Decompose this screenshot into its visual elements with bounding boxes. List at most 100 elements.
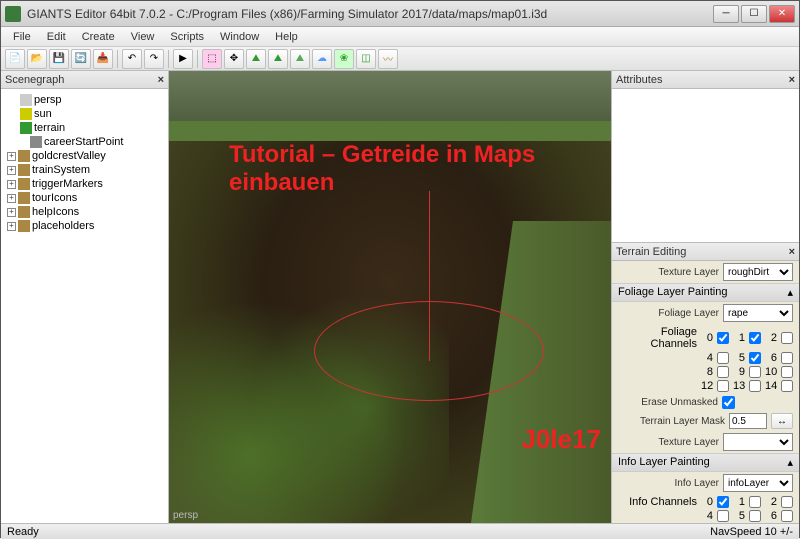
tool-reload-icon[interactable]: 🔄 [71, 49, 91, 69]
tool-save-icon[interactable]: 💾 [49, 49, 69, 69]
tree-item[interactable]: persp [5, 93, 164, 107]
tree-item[interactable]: terrain [5, 121, 164, 135]
info-layer-label: Info Layer [618, 478, 719, 489]
channel-checkbox[interactable] [781, 332, 793, 344]
expand-icon[interactable]: + [7, 194, 16, 203]
tool-new-icon[interactable]: 📄 [5, 49, 25, 69]
channel-checkbox[interactable] [717, 380, 729, 392]
expand-icon[interactable]: + [7, 208, 16, 217]
channel-checkbox[interactable] [749, 332, 761, 344]
node-icon [18, 164, 30, 176]
menu-create[interactable]: Create [74, 29, 123, 45]
menu-help[interactable]: Help [267, 29, 306, 45]
close-button[interactable]: ✕ [769, 5, 795, 23]
tree-item-label: placeholders [32, 220, 94, 232]
channel-checkbox[interactable] [717, 496, 729, 508]
tool-play-icon[interactable]: ▶ [173, 49, 193, 69]
attributes-close-icon[interactable]: × [789, 74, 795, 86]
info-channels-grid: Info Channels0124568910121314 [612, 494, 799, 523]
viewport-grass [169, 121, 611, 141]
channel-checkbox[interactable] [717, 332, 729, 344]
tree-item-label: goldcrestValley [32, 150, 106, 162]
terrain-mask-input[interactable] [729, 413, 767, 429]
channel-checkbox[interactable] [749, 366, 761, 378]
channel-checkbox[interactable] [781, 510, 793, 522]
tool-info-icon[interactable]: ◫ [356, 49, 376, 69]
foliage-painting-header[interactable]: Foliage Layer Painting▴ [612, 283, 799, 302]
texture-layer-label: Texture Layer [618, 267, 719, 278]
foliage-channels-grid: Foliage Channels0124568910121314 [612, 324, 799, 394]
tool-import-icon[interactable]: 📥 [93, 49, 113, 69]
viewport-3d[interactable]: Tutorial – Getreide in Maps einbauen J0l… [169, 71, 611, 523]
channel-checkbox[interactable] [717, 352, 729, 364]
channel-checkbox[interactable] [781, 496, 793, 508]
scenegraph-tree[interactable]: persp sun terraincareerStartPoint + goldcres… [1, 89, 168, 523]
tree-item[interactable]: + placeholders [5, 219, 164, 233]
node-icon [18, 178, 30, 190]
channel-checkbox[interactable] [781, 352, 793, 364]
minimize-button[interactable]: ─ [713, 5, 739, 23]
menu-scripts[interactable]: Scripts [162, 29, 212, 45]
terrain-mask-label: Terrain Layer Mask [618, 416, 725, 427]
menu-window[interactable]: Window [212, 29, 267, 45]
channel-checkbox[interactable] [749, 352, 761, 364]
expand-icon[interactable]: + [7, 222, 16, 231]
expand-icon[interactable]: + [7, 152, 16, 161]
menu-edit[interactable]: Edit [39, 29, 74, 45]
expand-icon[interactable]: + [7, 166, 16, 175]
channel-checkbox[interactable] [717, 510, 729, 522]
tree-item-label: persp [34, 94, 62, 106]
node-icon [18, 220, 30, 232]
tutorial-overlay-text: Tutorial – Getreide in Maps einbauen [229, 141, 591, 197]
tree-item-label: trainSystem [32, 164, 90, 176]
info-layer-select[interactable]: infoLayer [723, 474, 793, 492]
tree-item[interactable]: + trainSystem [5, 163, 164, 177]
tree-item-label: triggerMarkers [32, 178, 103, 190]
scenegraph-close-icon[interactable]: × [158, 74, 164, 86]
channel-checkbox[interactable] [749, 380, 761, 392]
tool-undo-icon[interactable]: ↶ [122, 49, 142, 69]
tool-select-icon[interactable]: ⬚ [202, 49, 222, 69]
window-title: GIANTS Editor 64bit 7.0.2 - C:/Program F… [27, 7, 713, 21]
texture-layer2-select[interactable] [723, 433, 793, 451]
tool-terrain2-icon[interactable]: ⛰ [268, 49, 288, 69]
tool-terrain3-icon[interactable]: ⛰ [290, 49, 310, 69]
node-icon [20, 122, 32, 134]
tool-open-icon[interactable]: 📂 [27, 49, 47, 69]
tool-spline-icon[interactable]: 〰 [378, 49, 398, 69]
texture-layer-select[interactable]: roughDirt [723, 263, 793, 281]
channel-checkbox[interactable] [749, 510, 761, 522]
channel-checkbox[interactable] [781, 380, 793, 392]
channel-checkbox[interactable] [717, 366, 729, 378]
tree-item[interactable]: +helpIcons [5, 205, 164, 219]
tree-item[interactable]: +tourIcons [5, 191, 164, 205]
terrain-close-icon[interactable]: × [789, 246, 795, 258]
tree-item[interactable]: + triggerMarkers [5, 177, 164, 191]
tool-paint-icon[interactable]: ☁ [312, 49, 332, 69]
erase-unmasked-checkbox[interactable] [722, 396, 735, 409]
tree-item[interactable]: sun [5, 107, 164, 121]
tool-redo-icon[interactable]: ↷ [144, 49, 164, 69]
scenegraph-header: Scenegraph × [1, 71, 168, 89]
tree-item[interactable]: careerStartPoint [5, 135, 164, 149]
maximize-button[interactable]: ☐ [741, 5, 767, 23]
info-painting-header[interactable]: Info Layer Painting▴ [612, 453, 799, 472]
foliage-layer-select[interactable]: rape [723, 304, 793, 322]
tool-move-icon[interactable]: ✥ [224, 49, 244, 69]
node-icon [18, 150, 30, 162]
menu-view[interactable]: View [123, 29, 163, 45]
node-icon [20, 94, 32, 106]
terrain-mask-stepper[interactable]: ↔ [771, 413, 793, 429]
collapse-icon: ▴ [787, 456, 793, 469]
tool-foliage-icon[interactable]: ❀ [334, 49, 354, 69]
tree-item-label: terrain [34, 122, 65, 134]
foliage-channels-label: Foliage Channels [618, 326, 697, 350]
tool-terrain1-icon[interactable]: ⛰ [246, 49, 266, 69]
tree-item-label: sun [34, 108, 52, 120]
channel-checkbox[interactable] [749, 496, 761, 508]
info-channels-label: Info Channels [618, 496, 697, 508]
expand-icon[interactable]: + [7, 180, 16, 189]
tree-item[interactable]: + goldcrestValley [5, 149, 164, 163]
channel-checkbox[interactable] [781, 366, 793, 378]
menu-file[interactable]: File [5, 29, 39, 45]
